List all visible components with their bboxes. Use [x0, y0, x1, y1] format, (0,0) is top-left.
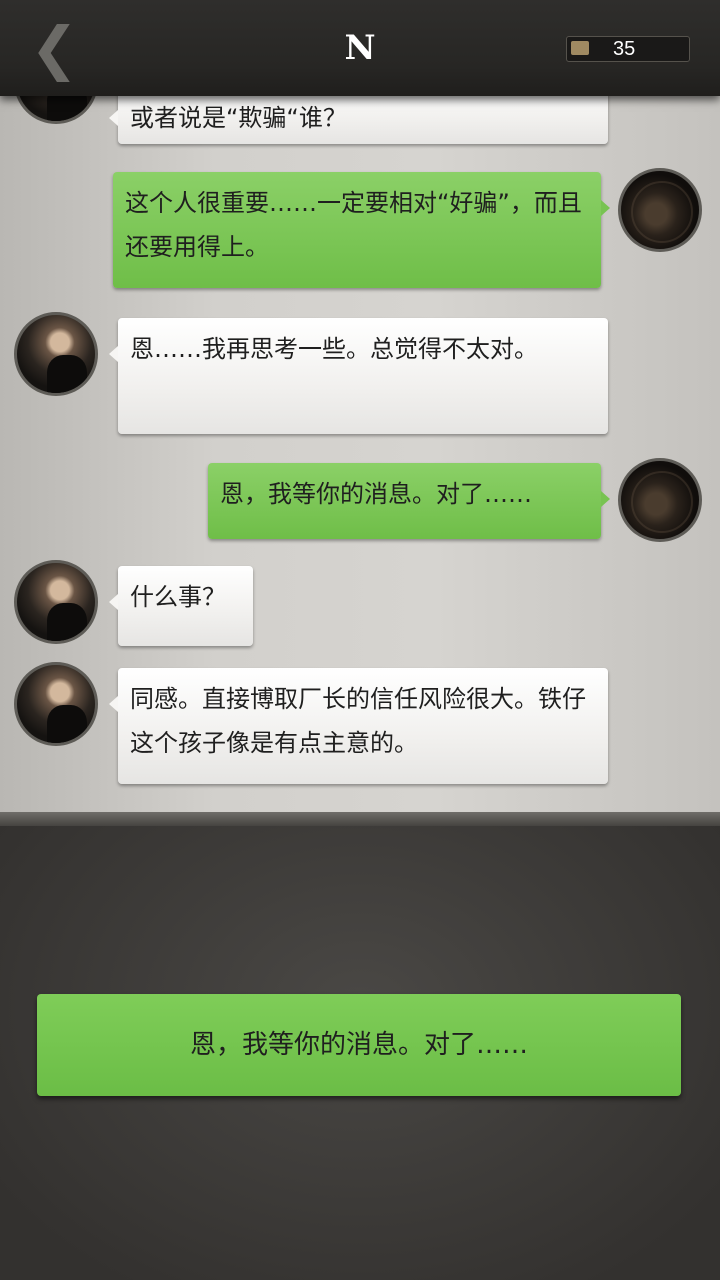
message-text: 什么事？ [130, 583, 226, 611]
contact-avatar[interactable] [14, 560, 98, 644]
incoming-message-bubble: 什么事？ [109, 566, 253, 646]
incoming-message-bubble: 恩……我再思考一些。总觉得不太对。 [109, 318, 608, 434]
contact-avatar[interactable] [14, 96, 98, 124]
coin-counter: 35 [566, 36, 690, 62]
top-bar: ❮ N 35 [0, 0, 720, 96]
user-avatar[interactable] [618, 458, 702, 542]
chat-area[interactable]: 或者说是“欺骗“谁？ 这个人很重要……一定要相对“好骗”，而且还要用得上。 恩…… [0, 96, 720, 818]
chat-torn-edge [0, 812, 720, 826]
message-text: 同感。直接博取厂长的信任风险很大。铁仔这个孩子像是有点主意的。 [130, 685, 586, 757]
outgoing-message-bubble: 这个人很重要……一定要相对“好骗”，而且还要用得上。 [113, 172, 610, 288]
message-text: 恩，我等你的消息。对了…… [220, 480, 532, 508]
incoming-message-bubble: 同感。直接博取厂长的信任风险很大。铁仔这个孩子像是有点主意的。 [109, 668, 608, 784]
outgoing-message-bubble: 恩，我等你的消息。对了…… [208, 463, 610, 539]
reply-option-button[interactable]: 恩，我等你的消息。对了…… [37, 994, 681, 1096]
message-text: 这个人很重要……一定要相对“好骗”，而且还要用得上。 [125, 189, 582, 261]
message-text: 或者说是“欺骗“谁？ [130, 104, 347, 132]
message-text: 恩……我再思考一些。总觉得不太对。 [130, 335, 538, 363]
coin-count: 35 [613, 38, 636, 60]
incoming-message-bubble: 或者说是“欺骗“谁？ [109, 96, 608, 144]
user-avatar[interactable] [618, 168, 702, 252]
contact-avatar[interactable] [14, 662, 98, 746]
contact-avatar[interactable] [14, 312, 98, 396]
coin-icon [571, 41, 589, 55]
